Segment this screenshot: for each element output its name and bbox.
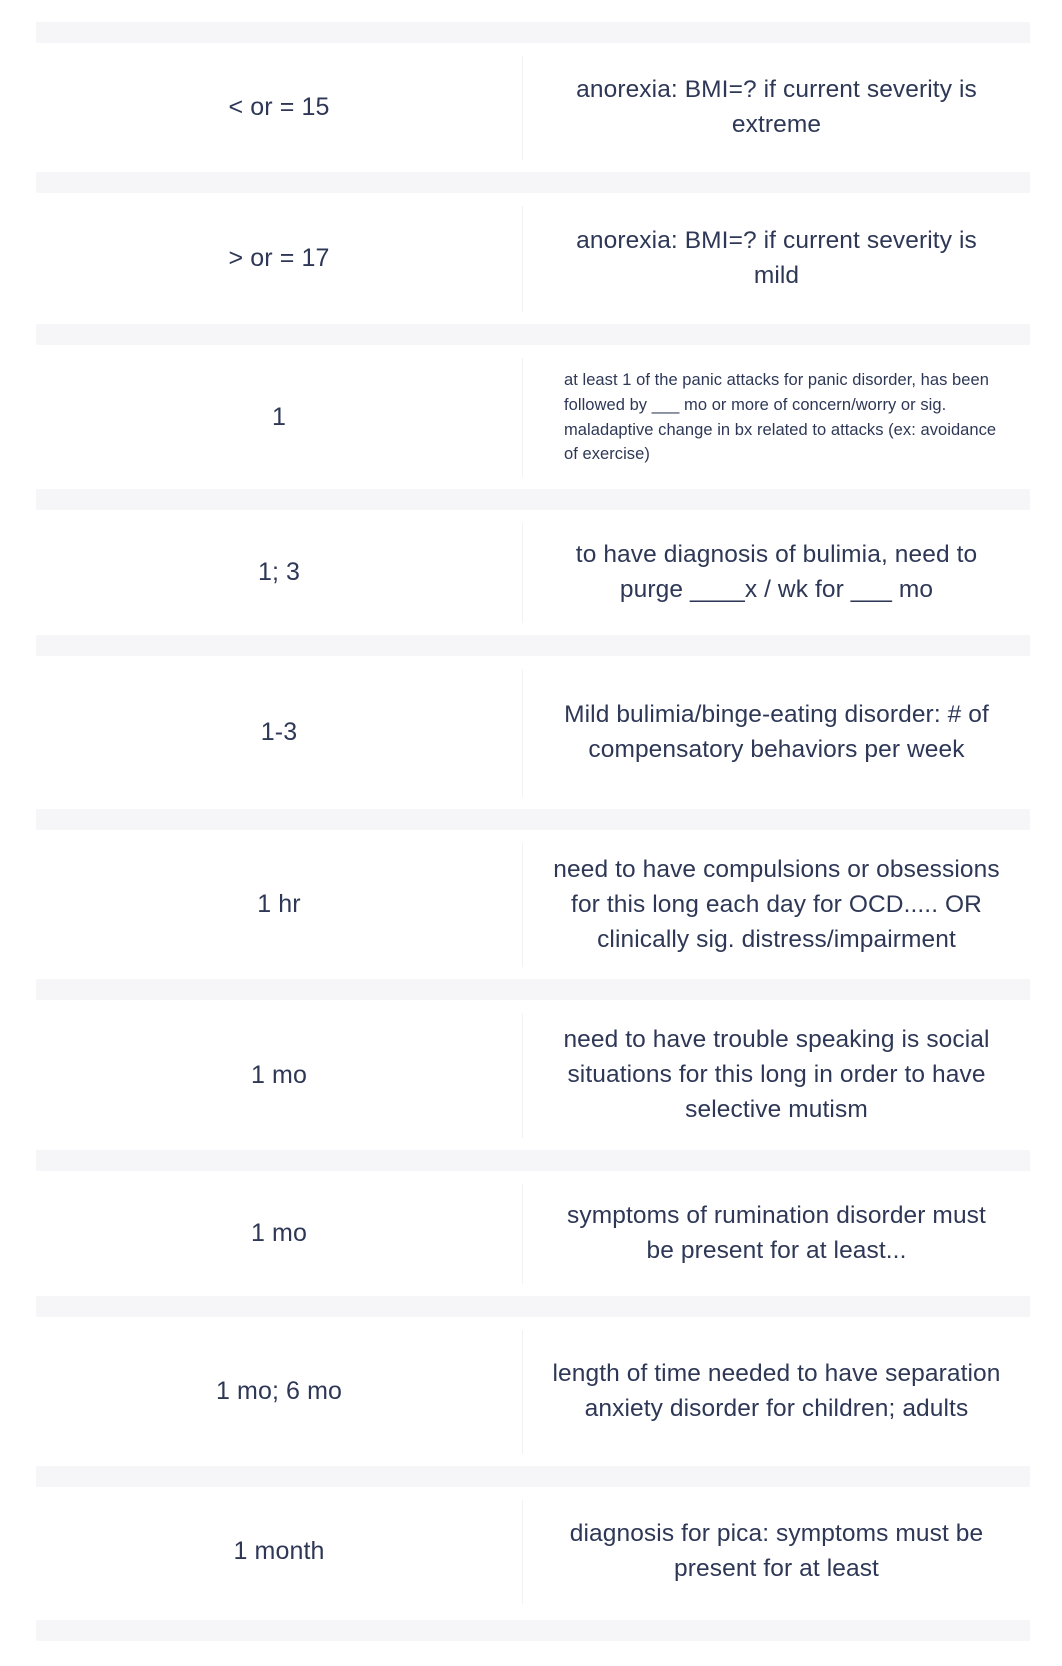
definition-text: symptoms of rumination disorder must be … (567, 1201, 986, 1264)
row-separator (0, 1604, 1062, 1666)
term-cell[interactable]: 1 month (36, 1499, 523, 1604)
table-row[interactable]: 1-3 Mild bulimia/binge-eating disorder: … (0, 669, 1062, 797)
table-row[interactable]: 1 hr need to have compulsions or obsessi… (0, 843, 1062, 968)
definition-text: anorexia: BMI=? if current severity is e… (576, 76, 977, 138)
definition-text: at least 1 of the panic attacks for pani… (564, 371, 997, 464)
row-separator (0, 1284, 1062, 1330)
table-row[interactable]: > or = 17 anorexia: BMI=? if current sev… (0, 206, 1062, 312)
term-text: < or = 15 (228, 93, 330, 122)
row-separator (0, 0, 1062, 56)
term-text: 1 hr (257, 890, 301, 919)
term-cell[interactable]: 1 mo (36, 1013, 523, 1138)
term-cell[interactable]: < or = 15 (36, 56, 523, 160)
term-text: 1 month (233, 1536, 325, 1565)
term-text: > or = 17 (228, 244, 330, 273)
table-row[interactable]: 1 at least 1 of the panic attacks for pa… (0, 358, 1062, 477)
term-text: 1; 3 (257, 558, 301, 587)
row-separator (0, 623, 1062, 669)
row-separator (0, 312, 1062, 358)
term-cell[interactable]: 1 (36, 358, 523, 477)
table-row[interactable]: 1 month diagnosis for pica: symptoms mus… (0, 1499, 1062, 1604)
definition-cell[interactable]: anorexia: BMI=? if current severity is e… (523, 56, 1030, 160)
term-cell[interactable]: 1-3 (36, 669, 523, 797)
definition-text: to have diagnosis of bulimia, need to pu… (575, 541, 978, 603)
term-text: 1 mo; 6 mo (215, 1376, 343, 1405)
row-separator (0, 477, 1062, 523)
term-text: 1 mo (251, 1218, 307, 1247)
row-separator (0, 967, 1062, 1013)
term-cell[interactable]: 1 hr (36, 843, 523, 968)
table-row[interactable]: 1 mo; 6 mo length of time needed to have… (0, 1329, 1062, 1454)
definition-cell[interactable]: at least 1 of the panic attacks for pani… (523, 358, 1030, 477)
definition-text: length of time needed to have separation… (552, 1359, 1001, 1422)
term-cell[interactable]: 1; 3 (36, 523, 523, 623)
term-text: 1-3 (260, 718, 298, 747)
definition-text: need to have trouble speaking is social … (563, 1026, 990, 1123)
definition-cell[interactable]: length of time needed to have separation… (523, 1329, 1030, 1454)
definition-cell[interactable]: diagnosis for pica: symptoms must be pre… (523, 1499, 1030, 1604)
row-separator (0, 160, 1062, 206)
term-cell[interactable]: > or = 17 (36, 206, 523, 312)
flashcard-sheet: < or = 15 anorexia: BMI=? if current sev… (0, 0, 1062, 1666)
term-text: 1 (271, 402, 286, 431)
definition-cell[interactable]: anorexia: BMI=? if current severity is m… (523, 206, 1030, 312)
definition-cell[interactable]: symptoms of rumination disorder must be … (523, 1183, 1030, 1284)
definition-text: Mild bulimia/binge-eating disorder: # of… (564, 701, 989, 763)
table-row[interactable]: 1 mo need to have trouble speaking is so… (0, 1013, 1062, 1138)
definition-text: need to have compulsions or obsessions f… (553, 856, 1000, 953)
definition-cell[interactable]: to have diagnosis of bulimia, need to pu… (523, 523, 1030, 623)
definition-cell[interactable]: need to have trouble speaking is social … (523, 1013, 1030, 1138)
definition-cell[interactable]: Mild bulimia/binge-eating disorder: # of… (523, 669, 1030, 797)
row-separator (0, 1138, 1062, 1184)
table-row[interactable]: < or = 15 anorexia: BMI=? if current sev… (0, 56, 1062, 160)
row-separator (0, 1454, 1062, 1500)
table-row[interactable]: 1 mo symptoms of rumination disorder mus… (0, 1183, 1062, 1284)
term-cell[interactable]: 1 mo; 6 mo (36, 1329, 523, 1454)
term-cell[interactable]: 1 mo (36, 1183, 523, 1284)
definition-cell[interactable]: need to have compulsions or obsessions f… (523, 843, 1030, 968)
table-row[interactable]: 1; 3 to have diagnosis of bulimia, need … (0, 523, 1062, 623)
term-text: 1 mo (251, 1060, 307, 1089)
definition-text: diagnosis for pica: symptoms must be pre… (569, 1519, 984, 1582)
row-separator (0, 797, 1062, 843)
definition-text: anorexia: BMI=? if current severity is m… (576, 227, 977, 289)
